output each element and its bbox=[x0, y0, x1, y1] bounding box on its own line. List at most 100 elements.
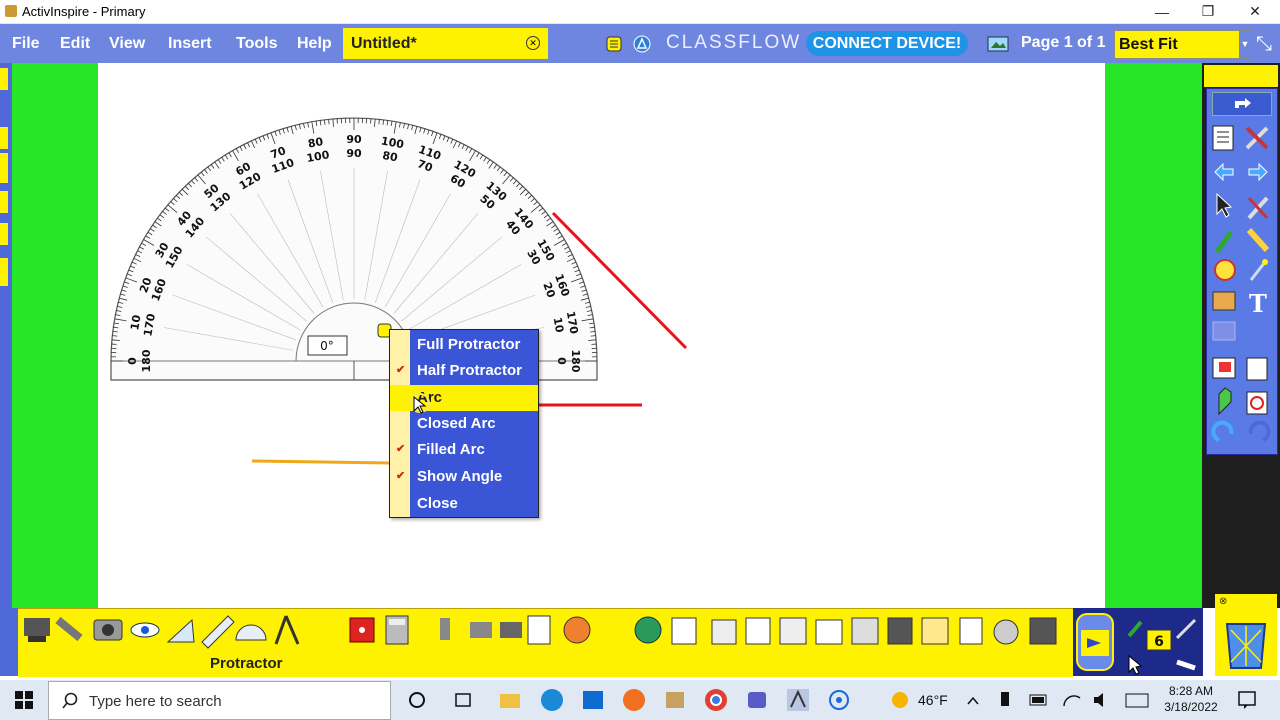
menu-item-close[interactable]: Close bbox=[390, 491, 538, 517]
protractor-outer-label: 180 bbox=[569, 350, 582, 373]
select-pointer-icon[interactable] bbox=[1128, 654, 1196, 675]
pen-icon[interactable] bbox=[1214, 230, 1234, 254]
protractor-outer-label: 10 bbox=[128, 314, 144, 332]
recorder-icon[interactable] bbox=[440, 615, 551, 645]
protractor-tick bbox=[378, 119, 380, 125]
protractor-inner-label: 0 bbox=[555, 357, 568, 365]
angle-readout: 0° bbox=[320, 339, 334, 353]
desktop-annotate-icon[interactable] bbox=[24, 618, 50, 642]
text-tool-icon[interactable]: T bbox=[1249, 289, 1267, 318]
orange-line[interactable] bbox=[251, 459, 390, 465]
wifi-icon[interactable] bbox=[1063, 695, 1081, 707]
next-page-icon[interactable] bbox=[1248, 162, 1268, 182]
select-arrow-icon[interactable] bbox=[1216, 192, 1233, 218]
protractor-outer-label: 0 bbox=[126, 357, 139, 365]
toolbar-icons bbox=[24, 615, 1057, 649]
clock-time: 8:28 AM bbox=[1168, 684, 1214, 698]
usb-icon[interactable] bbox=[1001, 692, 1009, 706]
search-icon bbox=[62, 692, 78, 709]
camera-icon[interactable] bbox=[93, 619, 123, 641]
weather-temperature[interactable]: 46°F bbox=[918, 692, 948, 708]
protractor-tick bbox=[590, 335, 596, 337]
menu-item-full-protractor[interactable]: Full Protractor bbox=[390, 332, 538, 358]
cortana-icon[interactable] bbox=[404, 687, 430, 713]
toolbox-icons: T bbox=[1211, 125, 1271, 442]
protractor-tick bbox=[328, 119, 330, 125]
edge-icon[interactable] bbox=[539, 687, 565, 713]
compass-icon[interactable] bbox=[274, 615, 300, 645]
calculator-icon[interactable] bbox=[385, 615, 409, 645]
pen-width-value: 6 bbox=[1154, 634, 1164, 650]
protractor-inner-label: 180 bbox=[140, 349, 153, 372]
svg-text:T: T bbox=[1249, 289, 1267, 318]
menu-item-half-protractor[interactable]: ✔ Half Protractor bbox=[390, 358, 538, 384]
magic-wand-icon[interactable] bbox=[1247, 196, 1269, 220]
tools-settings-icon[interactable] bbox=[1245, 126, 1269, 150]
protractor-inner-label: 90 bbox=[346, 147, 362, 160]
redo-icon[interactable] bbox=[1248, 420, 1271, 442]
volume-icon[interactable] bbox=[1094, 693, 1103, 707]
teams-icon[interactable] bbox=[744, 687, 770, 713]
shape-icon[interactable] bbox=[1214, 259, 1236, 281]
menu-item-show-angle[interactable]: ✔ Show Angle bbox=[390, 464, 538, 490]
weather-sun-icon[interactable] bbox=[890, 690, 910, 710]
protractor-icon[interactable] bbox=[235, 624, 267, 641]
toolbar-bin-icon[interactable] bbox=[1076, 613, 1114, 671]
notifications-icon[interactable] bbox=[1236, 689, 1258, 711]
grid-icon[interactable] bbox=[1212, 321, 1236, 341]
page-copy-icon[interactable] bbox=[1212, 357, 1236, 379]
battery-icon[interactable] bbox=[1029, 694, 1047, 706]
close-panel-icon[interactable]: ⊗ bbox=[1219, 596, 1227, 607]
misc-tools-icon[interactable] bbox=[671, 617, 1057, 645]
share-icon[interactable] bbox=[1212, 92, 1272, 116]
windows-start-icon[interactable] bbox=[14, 690, 34, 710]
outlook-icon[interactable] bbox=[580, 687, 606, 713]
connector-icon[interactable] bbox=[1249, 259, 1268, 281]
bottom-left-edge bbox=[0, 608, 18, 676]
eraser-icon[interactable] bbox=[1218, 387, 1232, 416]
spotlight-icon[interactable] bbox=[55, 616, 83, 642]
menu-item-filled-arc[interactable]: ✔ Filled Arc bbox=[390, 437, 538, 463]
resources-icon[interactable] bbox=[1212, 291, 1236, 311]
chrome-icon[interactable] bbox=[703, 687, 729, 713]
undo-icon[interactable] bbox=[1211, 420, 1234, 442]
tool-shortcuts: 6 bbox=[1073, 608, 1203, 676]
reveal-eye-icon[interactable] bbox=[130, 622, 160, 638]
active-tool-label: Protractor bbox=[210, 655, 283, 672]
previous-page-icon[interactable] bbox=[1214, 162, 1234, 182]
file-explorer-icon[interactable] bbox=[497, 687, 523, 713]
pen-width-icon[interactable]: 6 bbox=[1127, 618, 1197, 651]
notes-page-icon[interactable] bbox=[1212, 125, 1234, 151]
media-app-icon[interactable] bbox=[826, 687, 852, 713]
trash-bin-icon[interactable] bbox=[1221, 616, 1271, 672]
package-app-icon[interactable] bbox=[662, 687, 688, 713]
media-icon[interactable] bbox=[1246, 357, 1268, 381]
globe-icon[interactable] bbox=[634, 616, 662, 644]
clock-icon[interactable] bbox=[563, 616, 591, 644]
activinspire-taskbar-icon[interactable] bbox=[785, 687, 811, 713]
task-view-icon[interactable] bbox=[450, 687, 476, 713]
system-tray bbox=[967, 692, 1149, 708]
protractor-context-menu: Full Protractor ✔ Half Protractor Arc Cl… bbox=[389, 329, 539, 518]
checkmark-icon: ✔ bbox=[396, 470, 406, 482]
protractor-inner-label: 80 bbox=[381, 149, 399, 165]
search-placeholder: Type here to search bbox=[89, 693, 222, 710]
toolbox-header[interactable] bbox=[1204, 65, 1278, 87]
mouse-cursor-icon bbox=[410, 393, 430, 414]
firefox-icon[interactable] bbox=[621, 687, 647, 713]
keyboard-icon[interactable] bbox=[1125, 693, 1149, 708]
reset-page-icon[interactable] bbox=[1246, 391, 1268, 415]
taskbar-clock[interactable]: 8:28 AM 3/18/2022 bbox=[1160, 684, 1222, 714]
highlighter-icon[interactable] bbox=[1246, 227, 1270, 253]
checkmark-icon: ✔ bbox=[396, 443, 406, 455]
protractor-outer-label: 90 bbox=[346, 133, 362, 146]
ruler-icon[interactable] bbox=[201, 615, 235, 649]
trash-panel: ⊗ bbox=[1215, 594, 1277, 676]
tray-chevron-up-icon[interactable] bbox=[967, 696, 979, 705]
clock-date: 3/18/2022 bbox=[1164, 700, 1218, 714]
checkmark-icon: ✔ bbox=[396, 364, 406, 376]
protractor-inner-label: 10 bbox=[551, 316, 567, 334]
taskbar-search-input[interactable]: Type here to search bbox=[48, 681, 391, 720]
triangle-tool-icon[interactable] bbox=[166, 618, 195, 643]
dice-icon[interactable] bbox=[349, 617, 375, 643]
